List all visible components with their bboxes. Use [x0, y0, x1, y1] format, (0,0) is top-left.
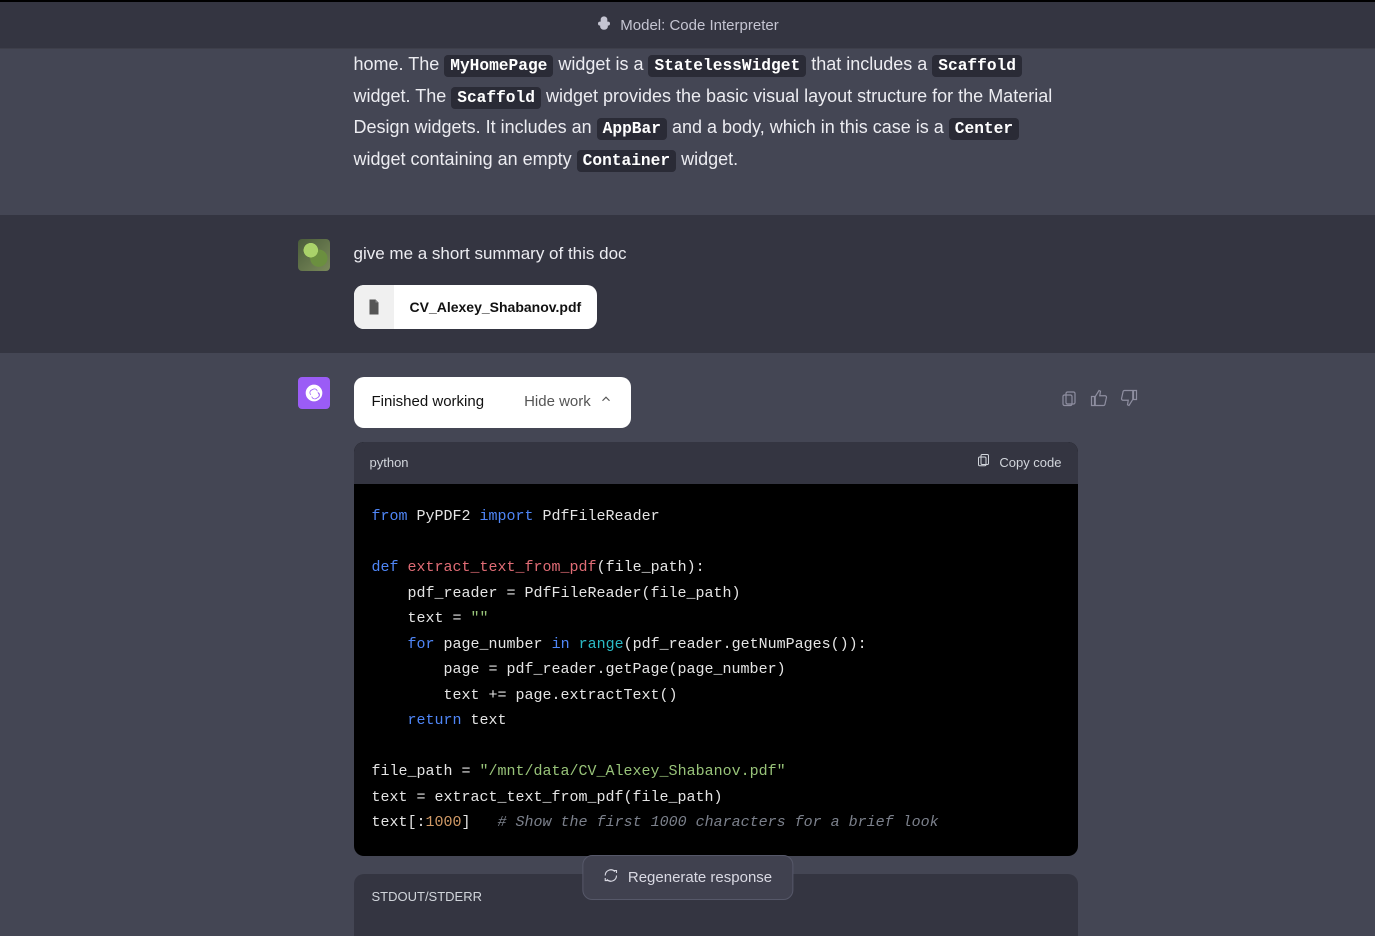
copy-message-button[interactable] [1060, 389, 1078, 412]
message-actions [1060, 389, 1138, 412]
regenerate-label: Regenerate response [628, 869, 772, 886]
inline-code: StatelessWidget [648, 55, 806, 77]
inline-code: Center [949, 118, 1019, 140]
user-message: give me a short summary of this doc CV_A… [0, 215, 1375, 353]
inline-code: Scaffold [451, 87, 541, 109]
document-icon [354, 285, 394, 330]
text-span: widget. [681, 149, 738, 169]
thumbs-down-button[interactable] [1120, 389, 1138, 412]
code-content[interactable]: from PyPDF2 import PdfFileReader def ext… [354, 484, 1078, 856]
text-span: widget. The [354, 86, 452, 106]
attachment-filename: CV_Alexey_Shabanov.pdf [394, 285, 598, 330]
code-block: python Copy code from PyPDF2 import PdfF… [354, 442, 1078, 856]
text-span: widget containing an empty [354, 149, 577, 169]
hide-work-label: Hide work [524, 389, 591, 415]
text-span: that includes a [811, 54, 932, 74]
stdout-label: STDOUT/STDERR [372, 889, 483, 904]
text-span: and a body, which in this case is a [672, 117, 949, 137]
copy-code-button[interactable]: Copy code [976, 452, 1061, 475]
model-label: Model: Code Interpreter [620, 17, 778, 34]
assistant-message-previous: home. The MyHomePage widget is a Statele… [0, 49, 1375, 215]
inline-code: MyHomePage [444, 55, 553, 77]
work-status-text: Finished working [372, 389, 485, 415]
code-language-label: python [370, 452, 409, 475]
attachment-chip[interactable]: CV_Alexey_Shabanov.pdf [354, 285, 598, 330]
user-text: give me a short summary of this doc [354, 239, 1078, 269]
refresh-icon [603, 868, 618, 887]
text-span: widget is a [558, 54, 648, 74]
inline-code: Scaffold [932, 55, 1022, 77]
model-icon [596, 15, 612, 35]
copy-code-label: Copy code [999, 452, 1061, 475]
model-banner: Model: Code Interpreter [0, 0, 1375, 48]
chevron-up-icon [599, 389, 613, 415]
work-status-pill[interactable]: Finished working Hide work [354, 377, 631, 427]
assistant-text-previous: home. The MyHomePage widget is a Statele… [354, 49, 1074, 175]
thumbs-up-button[interactable] [1090, 389, 1108, 412]
inline-code: AppBar [597, 118, 667, 140]
clipboard-icon [976, 452, 991, 475]
user-avatar [298, 239, 330, 271]
assistant-avatar [298, 377, 330, 409]
assistant-message: Finished working Hide work python [0, 353, 1375, 936]
regenerate-button[interactable]: Regenerate response [582, 855, 793, 900]
inline-code: Container [577, 150, 676, 172]
text-span: home. The [354, 54, 445, 74]
